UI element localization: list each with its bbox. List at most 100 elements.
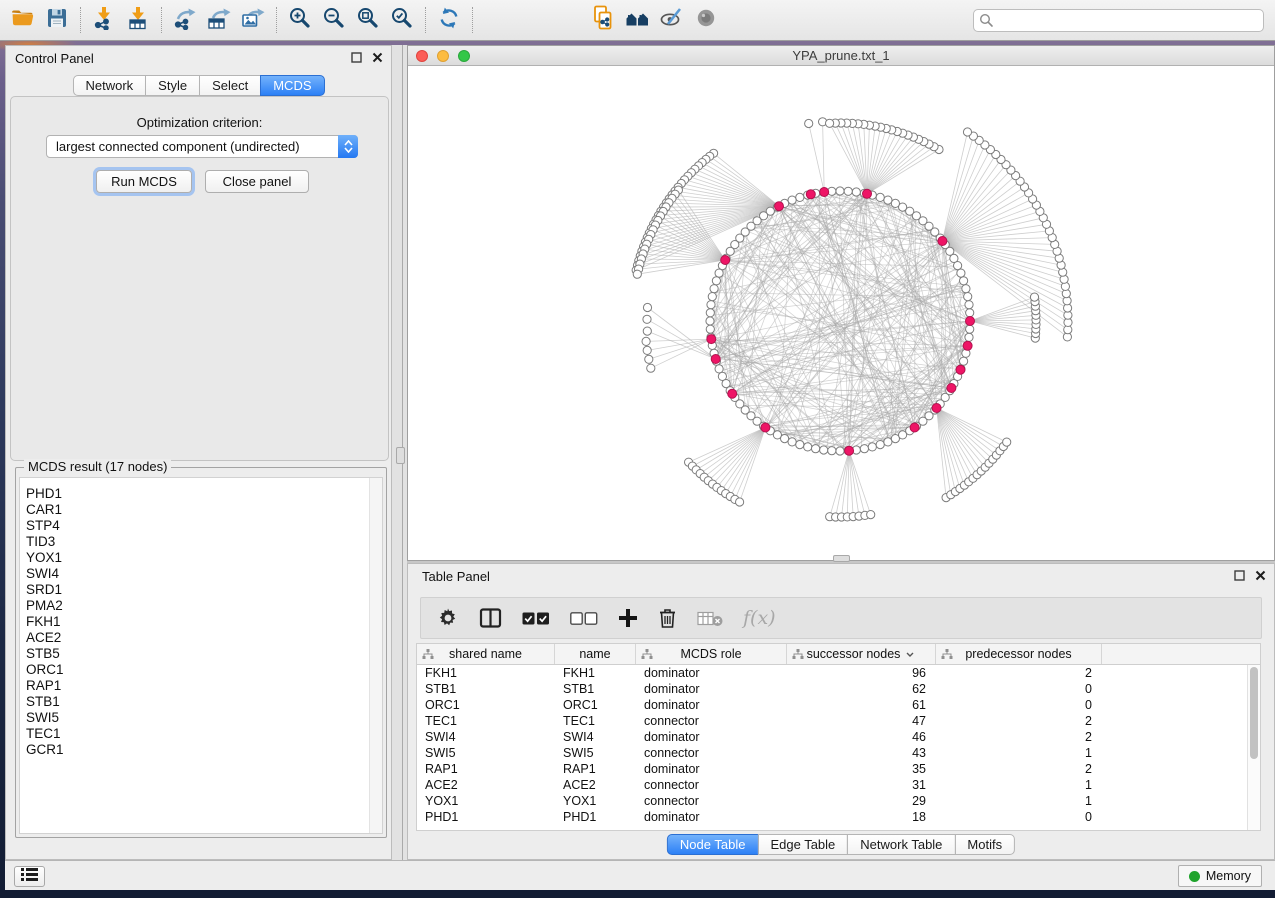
list-icon <box>21 868 38 886</box>
close-panel-icon[interactable] <box>1255 570 1266 581</box>
mcds-pane: Optimization criterion: largest connecte… <box>10 96 389 461</box>
cell-predecessor_nodes: 0 <box>936 809 1102 825</box>
table-row-fkh1[interactable]: FKH1FKH1dominator962 <box>417 665 1260 681</box>
hide-selected-button[interactable] <box>655 4 689 36</box>
deselect-all-button[interactable] <box>570 604 598 632</box>
zoom-out-button[interactable] <box>317 4 351 36</box>
memory-button[interactable]: Memory <box>1178 865 1262 887</box>
zoom-selected-button[interactable] <box>385 4 419 36</box>
table-row-stb1[interactable]: STB1STB1dominator620 <box>417 681 1260 697</box>
table-scrollbar-thumb[interactable] <box>1250 667 1258 759</box>
column-header-successor-nodes[interactable]: successor nodes <box>787 644 936 664</box>
close-panel-button[interactable]: Close panel <box>205 170 309 193</box>
mcds-result-item[interactable]: YOX1 <box>20 550 382 566</box>
optimization-criterion-select[interactable]: largest connected component (undirected) <box>46 135 358 158</box>
column-label: successor nodes <box>807 647 901 661</box>
delete-table-button-disabled <box>697 604 723 632</box>
mcds-result-item[interactable]: RAP1 <box>20 678 382 694</box>
minimize-window-icon[interactable] <box>437 50 449 62</box>
mcds-result-item[interactable]: STB5 <box>20 646 382 662</box>
maximize-window-icon[interactable] <box>458 50 470 62</box>
run-mcds-button[interactable]: Run MCDS <box>96 170 192 193</box>
tab-network[interactable]: Network <box>72 75 146 96</box>
column-header-predecessor-nodes[interactable]: predecessor nodes <box>936 644 1102 664</box>
mcds-result-item[interactable]: PMA2 <box>20 598 382 614</box>
mcds-result-item[interactable]: PHD1 <box>20 486 382 502</box>
table-settings-button[interactable] <box>437 604 459 632</box>
search-input[interactable] <box>973 9 1264 32</box>
table-row-yox1[interactable]: YOX1YOX1connector291 <box>417 793 1260 809</box>
tab-node-table[interactable]: Node Table <box>667 834 759 855</box>
mcds-result-item[interactable]: ACE2 <box>20 630 382 646</box>
mcds-result-item[interactable]: TID3 <box>20 534 382 550</box>
export-network-button[interactable] <box>168 4 202 36</box>
zoom-in-button[interactable] <box>283 4 317 36</box>
tab-network-table[interactable]: Network Table <box>847 834 955 855</box>
clone-network-button[interactable] <box>587 4 621 36</box>
column-header-name[interactable]: name <box>555 644 636 664</box>
import-table-button[interactable] <box>121 4 155 36</box>
mcds-result-item[interactable]: STP4 <box>20 518 382 534</box>
import-network-button[interactable] <box>87 4 121 36</box>
horizontal-splitter-grip[interactable] <box>833 555 850 562</box>
export-table-button[interactable] <box>202 4 236 36</box>
delete-column-button[interactable] <box>658 604 677 632</box>
list-scrollbar[interactable] <box>369 478 382 833</box>
cell-successor_nodes: 31 <box>787 777 936 793</box>
column-header-shared-name[interactable]: shared name <box>417 644 555 664</box>
close-window-icon[interactable] <box>416 50 428 62</box>
float-window-icon[interactable] <box>1234 570 1245 581</box>
mcds-result-list[interactable]: PHD1CAR1STP4TID3YOX1SWI4SRD1PMA2FKH1ACE2… <box>19 477 383 834</box>
toolbar-separator <box>472 7 473 33</box>
folder-icon <box>10 6 36 35</box>
close-panel-icon[interactable] <box>372 52 383 63</box>
show-columns-button[interactable] <box>479 604 502 632</box>
vertical-splitter-grip[interactable] <box>396 447 405 464</box>
show-panels-button[interactable] <box>14 866 45 887</box>
mcds-result-title: MCDS result (17 nodes) <box>24 459 171 474</box>
mcds-result-item[interactable]: CAR1 <box>20 502 382 518</box>
table-header-row: shared namenameMCDS role successor nodes p… <box>416 643 1261 665</box>
network-view-window: YPA_prune.txt_1 <box>407 45 1275 561</box>
mcds-result-item[interactable]: SRD1 <box>20 582 382 598</box>
table-row-rap1[interactable]: RAP1RAP1dominator352 <box>417 761 1260 777</box>
table-row-phd1[interactable]: PHD1PHD1dominator180 <box>417 809 1260 825</box>
mcds-result-item[interactable]: TEC1 <box>20 726 382 742</box>
tab-edge-table[interactable]: Edge Table <box>757 834 848 855</box>
cell-name: SWI4 <box>555 729 636 745</box>
refresh-button[interactable] <box>432 4 466 36</box>
zoom-out-icon <box>322 6 346 35</box>
select-all-button[interactable] <box>522 604 550 632</box>
float-window-icon[interactable] <box>351 52 362 63</box>
table-tabs: Node TableEdge TableNetwork TableMotifs <box>667 834 1015 855</box>
tab-motifs[interactable]: Motifs <box>954 834 1015 855</box>
mcds-result-item[interactable]: FKH1 <box>20 614 382 630</box>
tab-style[interactable]: Style <box>145 75 200 96</box>
column-header-mcds-role[interactable]: MCDS role <box>636 644 787 664</box>
table-row-swi5[interactable]: SWI5SWI5connector431 <box>417 745 1260 761</box>
zoom-fit-button[interactable] <box>351 4 385 36</box>
table-row-ace2[interactable]: ACE2ACE2connector311 <box>417 777 1260 793</box>
column-type-icon <box>422 649 434 663</box>
table-row-swi4[interactable]: SWI4SWI4dominator462 <box>417 729 1260 745</box>
neighbors-button[interactable] <box>621 4 655 36</box>
mcds-result-item[interactable]: GCR1 <box>20 742 382 758</box>
mcds-result-item[interactable]: STB1 <box>20 694 382 710</box>
open-session-button[interactable] <box>6 4 40 36</box>
export-image-button[interactable] <box>236 4 270 36</box>
show-all-button[interactable] <box>689 4 723 36</box>
table-scrollbar[interactable] <box>1247 665 1260 830</box>
mcds-result-item[interactable]: ORC1 <box>20 662 382 678</box>
table-row-tec1[interactable]: TEC1TEC1connector472 <box>417 713 1260 729</box>
cell-name: ACE2 <box>555 777 636 793</box>
save-session-button[interactable] <box>40 4 74 36</box>
mcds-result-item[interactable]: SWI4 <box>20 566 382 582</box>
mcds-result-item[interactable]: SWI5 <box>20 710 382 726</box>
tab-mcds[interactable]: MCDS <box>260 75 324 96</box>
table-row-orc1[interactable]: ORC1ORC1dominator610 <box>417 697 1260 713</box>
control-panel-title: Control Panel <box>15 51 94 66</box>
add-column-button[interactable] <box>618 604 638 632</box>
network-canvas[interactable] <box>408 66 1274 560</box>
tab-select[interactable]: Select <box>199 75 261 96</box>
cell-name: PHD1 <box>555 809 636 825</box>
